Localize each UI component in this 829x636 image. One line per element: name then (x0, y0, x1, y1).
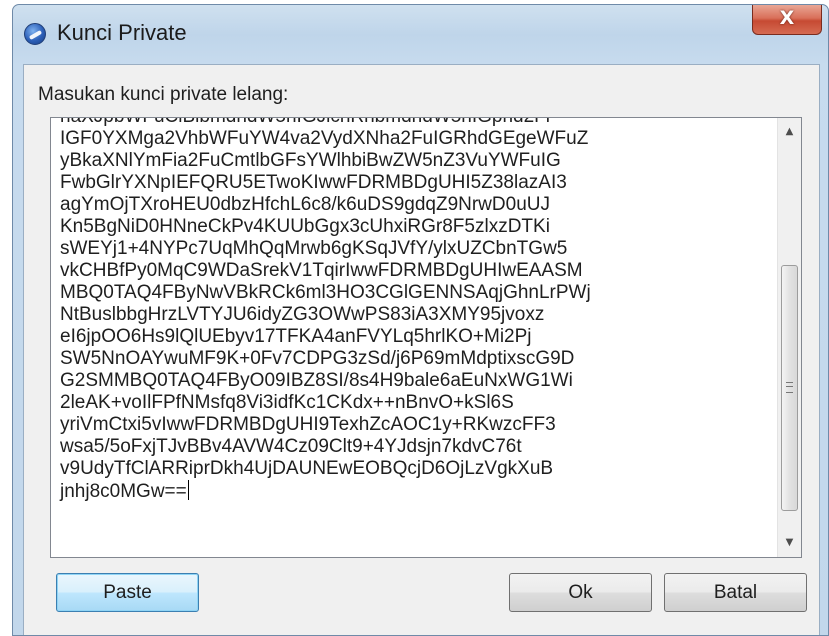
close-icon: X (779, 7, 795, 29)
scroll-up-icon[interactable]: ▲ (778, 121, 801, 143)
paste-button[interactable]: Paste (56, 573, 199, 612)
scroll-down-icon[interactable]: ▼ (778, 532, 801, 554)
ok-button[interactable]: Ok (509, 573, 652, 612)
app-icon (24, 23, 46, 45)
text-caret (187, 480, 189, 500)
close-button[interactable]: X (752, 5, 822, 35)
scrollbar-thumb[interactable] (781, 265, 798, 511)
private-key-value: naXJpbWFuCiBibmdndW5nIGJlcnRhbmdndW5nIGp… (60, 118, 591, 502)
private-key-text[interactable]: naXJpbWFuCiBibmdndW5nIGJlcnRhbmdndW5nIGp… (60, 118, 760, 503)
vertical-scrollbar[interactable]: ▲ ▼ (777, 118, 801, 557)
cancel-button[interactable]: Batal (664, 573, 807, 612)
private-key-textarea[interactable]: naXJpbWFuCiBibmdndW5nIGJlcnRhbmdndW5nIGp… (50, 117, 802, 558)
dialog-window: Kunci Private X Masukan kunci private le… (12, 4, 829, 636)
dialog-body: Masukan kunci private lelang: naXJpbWFuC… (23, 64, 820, 635)
window-title: Kunci Private (57, 20, 187, 45)
grip-icon (786, 382, 793, 393)
title-bar[interactable]: Kunci Private X (13, 5, 828, 65)
prompt-label: Masukan kunci private lelang: (38, 84, 289, 105)
